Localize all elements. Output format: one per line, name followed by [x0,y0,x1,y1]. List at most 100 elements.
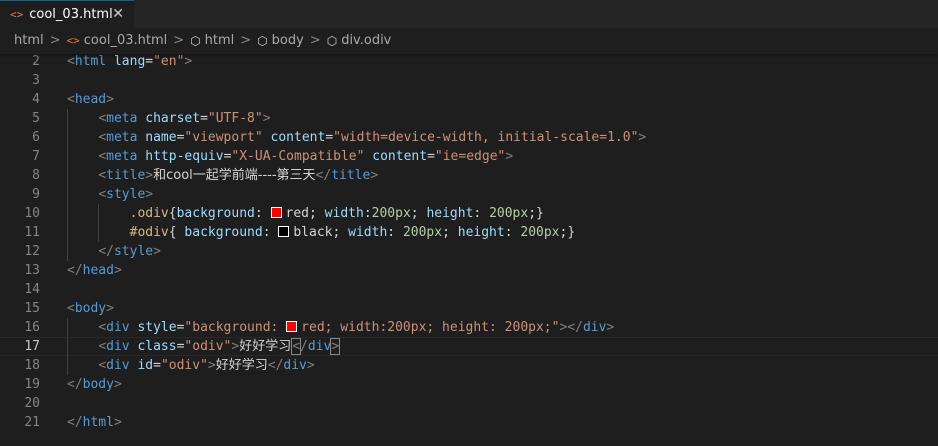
code-token: > [113,415,122,430]
line-number: 3 [32,73,40,88]
line-number: 7 [32,149,40,164]
code-line[interactable]: 11 #odiv{ background: black; width: 200p… [0,223,938,242]
code-token: class [137,339,177,354]
code-token: 200px [371,206,411,221]
code-token: { [168,225,185,240]
code-token: html [74,54,107,69]
code-text: <title>和cool一起学前端----第三天</title> [67,166,378,185]
code-token: > [505,149,514,164]
code-token: </ [315,168,332,183]
code-line[interactable]: 5 <meta charset="UTF-8"> [0,109,938,128]
code-line[interactable]: 12 </style> [0,242,938,261]
code-text: <html lang="en"> [67,52,192,71]
tab-cool-03-html[interactable]: <> cool_03.html ✕ [0,0,134,28]
code-token: 200px [402,225,443,240]
code-token: : [363,206,372,221]
code-token: background [184,225,263,240]
code-line[interactable]: 21 </html> [0,413,938,432]
code-line[interactable]: 8 <title>和cool一起学前端----第三天</title> [0,166,938,185]
breadcrumb-item-body[interactable]: ⬡ body > [257,33,327,48]
code-token: id [137,358,154,373]
code-token: meta [106,111,138,126]
code-line[interactable]: 13 </head> [0,261,938,280]
code-token: / [300,339,308,354]
line-number: 5 [32,111,40,126]
code-token: title [331,168,371,183]
code-token: height [426,206,474,221]
element-icon: ⬡ [257,33,268,48]
code-token: : [504,225,521,240]
code-line[interactable]: 4 <head> [0,90,938,109]
code-token: > [638,130,647,145]
chevron-right-icon: > [309,33,321,48]
code-token: > [113,263,122,278]
code-line[interactable]: 14 [0,280,938,299]
code-token: background [176,206,255,221]
bracket-match: > [330,338,341,355]
code-line[interactable]: 18 <div id="odiv">好好学习</div> [0,356,938,375]
code-token: head [82,263,114,278]
line-number: 20 [24,396,40,411]
code-text: <div style="background: red; width:200px… [67,318,614,337]
code-line[interactable]: 15 <body> [0,299,938,318]
breadcrumb-item-html[interactable]: html > [14,33,67,48]
code-text: <meta charset="UTF-8"> [67,109,271,128]
code-token: charset [145,111,201,126]
line-number: 19 [24,377,40,392]
color-swatch[interactable] [270,207,282,218]
code-token: ;} [559,225,576,240]
code-token: > [145,187,154,202]
code-line[interactable]: 9 <style> [0,185,938,204]
code-token: "X-UA-Compatible" [231,149,365,164]
code-line[interactable]: 20 [0,394,938,413]
code-token: height [457,225,505,240]
code-token: body [82,377,114,392]
code-token: = [145,54,154,69]
line-number: 15 [24,301,40,316]
breadcrumb-item-html-element[interactable]: ⬡ html > [190,33,257,48]
code-token: 好好学习 [239,339,292,354]
code-token: = [153,358,161,373]
code-token: < [98,358,107,373]
code-token: title [106,168,146,183]
code-line[interactable]: 2 <html lang="en"> [0,52,938,71]
code-token: > [306,358,315,373]
code-token: div [582,320,607,335]
tab-label: cool_03.html [29,7,113,22]
code-token: > [262,111,271,126]
breadcrumb-item-div-odiv[interactable]: ⬡ div.odiv [327,33,392,48]
code-token: style [106,187,146,202]
code-line[interactable]: 16 <div style="background: red; width:20… [0,318,938,337]
color-swatch[interactable] [278,226,290,237]
color-swatch[interactable] [286,321,298,332]
line-number: 12 [24,244,40,259]
code-token: width [324,206,364,221]
line-number: 4 [32,92,40,107]
code-text: </body> [67,375,122,394]
breadcrumb-item-file[interactable]: <> cool_03.html > [67,33,191,48]
close-icon[interactable]: ✕ [112,6,124,22]
code-line[interactable]: 19 </body> [0,375,938,394]
code-editor[interactable]: 1<!DOCTYPE html>2<html lang="en">34<head… [0,43,938,446]
code-line[interactable]: 3 [0,71,938,90]
code-token: div [106,320,130,335]
code-line[interactable]: 17 <div class="odiv">好好学习</div> [0,337,938,357]
code-line[interactable]: 10 .odiv{background: red; width:200px; h… [0,204,938,223]
code-token: .odiv [129,206,169,221]
code-token: : [387,225,403,240]
line-number: 13 [24,263,40,278]
code-token: < [98,320,107,335]
code-token: "background: [184,320,287,335]
code-token: red; width:200px; height: 200px;" [301,320,560,335]
code-token: > [184,54,193,69]
code-line[interactable]: 7 <meta http-equiv = "X-UA-Compatible" con… [0,147,938,166]
code-line[interactable]: 6 <meta name="viewport" content="width=d… [0,128,938,147]
line-number: 9 [32,187,40,202]
code-token: < [98,187,107,202]
